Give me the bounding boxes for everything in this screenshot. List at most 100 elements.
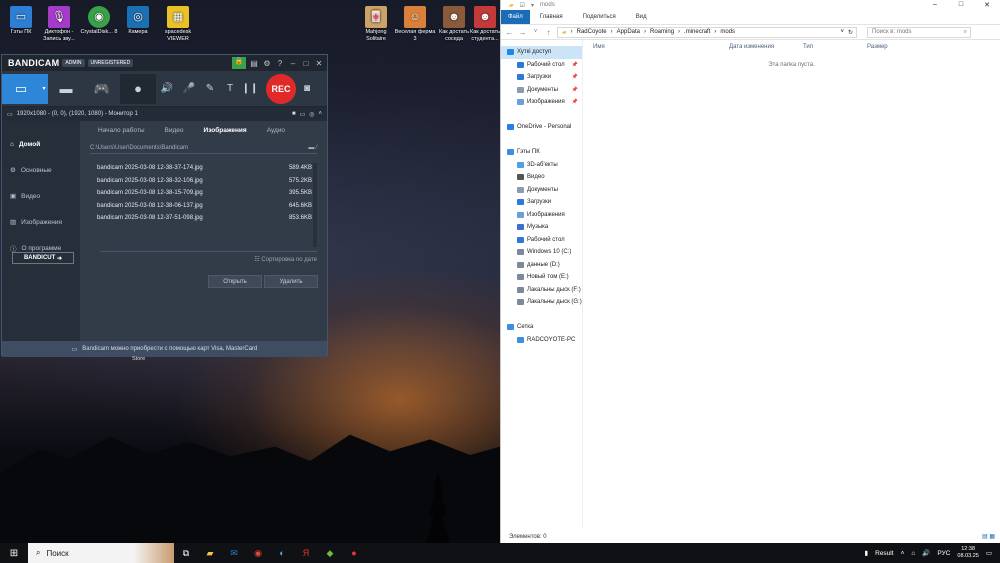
sidebar-item-video[interactable]: ▣ Видео	[2, 183, 80, 209]
screen-mode-button[interactable]: ▭	[2, 73, 40, 104]
nav-item[interactable]: Документы	[501, 184, 582, 197]
tab-audio[interactable]: Аудио	[257, 127, 295, 134]
bandicam-window[interactable]: BANDICAM ADMIN UNREGISTERED 🔒 ▤ ⚙ ? – □ …	[1, 54, 328, 357]
chevron-up-icon[interactable]: ˄	[901, 550, 905, 557]
address-bar[interactable]: ▰ › RadCoyote › AppData › Roaming › .minecr…	[557, 26, 857, 38]
file-row[interactable]: bandicam 2025-03-08 12-38-37-174.jpg 589.…	[97, 162, 312, 175]
chevron-up-icon[interactable]: ˄	[318, 111, 322, 117]
notifications-icon[interactable]: ▭	[986, 549, 992, 557]
minimize-button[interactable]: –	[288, 59, 298, 68]
nav-item[interactable]: Документы 📌	[501, 84, 582, 97]
bandicam-taskbar-icon[interactable]: ●	[342, 543, 366, 563]
sidebar-item-general[interactable]: ⚙ Основные	[2, 157, 80, 183]
pin-icon[interactable]: 📌	[572, 99, 582, 105]
broadcast-icon[interactable]: ◎	[309, 111, 314, 118]
close-button[interactable]: ✕	[974, 1, 1000, 9]
view-toggle-icons[interactable]: ▤ ▦	[982, 533, 1000, 540]
bandicam-titlebar[interactable]: BANDICAM ADMIN UNREGISTERED 🔒 ▤ ⚙ ? – □ …	[2, 55, 327, 71]
pause-button[interactable]: ❙❙	[240, 74, 260, 104]
desktop-icon-student[interactable]: ☻ Как достать студента...	[470, 6, 500, 42]
desktop-icon-farm[interactable]: ☺ Веселая ферма 3	[394, 6, 436, 42]
nav-item[interactable]: OneDrive - Personal	[501, 121, 582, 134]
quick-access-toolbar-icon[interactable]: ☑	[520, 2, 525, 9]
search-input[interactable]: Поиск в: mods ⌕	[867, 26, 971, 38]
nav-item[interactable]: Лакальны дыск (G:)	[501, 296, 582, 309]
chevron-down-icon[interactable]: ˅	[840, 29, 844, 35]
recent-dropdown-icon[interactable]: ˅	[531, 29, 540, 35]
language-indicator[interactable]: РУС	[937, 550, 950, 557]
pin-icon[interactable]: 📌	[572, 62, 582, 68]
explorer-window[interactable]: ▰ ☑ ▾ mods – □ ✕ Файл Главная Поделиться…	[500, 0, 1000, 543]
nav-item[interactable]: Гэты ПК	[501, 146, 582, 159]
nav-item[interactable]: Загрузки	[501, 196, 582, 209]
chevron-down-icon[interactable]: ▾	[531, 2, 534, 9]
desktop-icon-neighbor[interactable]: ☻ Как достать соседа	[433, 6, 475, 42]
screenshot-button[interactable]: ◙	[296, 74, 318, 104]
game-mode-button[interactable]: 🎮	[84, 74, 120, 104]
draw-button[interactable]: ✎	[200, 74, 220, 104]
desktop-icon-dictaphone[interactable]: 🎙 Диктофон - Запись зву...	[38, 6, 80, 42]
column-date[interactable]: Дата изменения	[719, 44, 793, 50]
up-arrow-icon[interactable]: ↑	[544, 28, 553, 37]
back-arrow-icon[interactable]: ←	[505, 28, 514, 37]
taskbar-search[interactable]: ⌕ Поиск	[28, 543, 174, 563]
edge-taskbar-icon[interactable]: ◐	[270, 543, 294, 563]
nav-item[interactable]: Сетка	[501, 321, 582, 334]
file-view[interactable]: Имя Дата изменения Тип Размер Эта папка …	[583, 40, 1000, 528]
nav-item[interactable]: Хуткі доступ	[501, 46, 582, 59]
minecraft-taskbar-icon[interactable]: ◆	[318, 543, 342, 563]
tab-file[interactable]: Файл	[501, 10, 530, 24]
nav-item[interactable]: Музыка	[501, 221, 582, 234]
desktop-icon-mahjong[interactable]: 🀄 Mahjong Solitaire	[355, 6, 397, 42]
start-button[interactable]: ⊞	[0, 548, 28, 559]
nav-item[interactable]: Новый том (E:)	[501, 271, 582, 284]
forward-arrow-icon[interactable]: →	[518, 28, 527, 37]
desktop-icon-camera[interactable]: ◎ Камера	[117, 6, 159, 36]
file-row[interactable]: bandicam 2025-03-08 12-38-15-709.jpg 395.…	[97, 187, 312, 200]
file-row[interactable]: bandicam 2025-03-08 12-38-32-106.jpg 575.…	[97, 175, 312, 188]
nav-item[interactable]: Windows 10 (C:)	[501, 246, 582, 259]
refresh-icon[interactable]: ↻	[848, 29, 856, 36]
breadcrumb-item[interactable]: RadCoyote	[577, 29, 607, 35]
volume-icon[interactable]: 🔊	[922, 549, 930, 557]
file-row[interactable]: bandicam 2025-03-08 12-37-51-098.jpg 853.…	[97, 212, 312, 225]
delete-button[interactable]: Удалить	[264, 275, 318, 288]
speaker-button[interactable]: 🔊	[156, 74, 178, 104]
nav-item[interactable]: Видео	[501, 171, 582, 184]
nav-item[interactable]: Рабочий стол	[501, 234, 582, 247]
game-mode-hdmi-button[interactable]: ▬	[48, 74, 84, 104]
rec-button[interactable]: REC	[266, 73, 296, 104]
webcam-button[interactable]: ●	[120, 73, 156, 104]
gear-icon[interactable]: ⚙	[262, 59, 272, 68]
tab-video[interactable]: Видео	[155, 127, 194, 134]
file-explorer-taskbar-icon[interactable]: ▰	[198, 543, 222, 563]
minimize-button[interactable]: –	[922, 1, 948, 9]
tab-getting-started[interactable]: Начало работы	[88, 127, 155, 134]
screen-icon[interactable]: ▭	[300, 111, 306, 118]
column-type[interactable]: Тип	[793, 44, 857, 50]
lock-icon[interactable]: 🔒	[232, 57, 246, 69]
breadcrumb-item[interactable]: mods	[720, 29, 735, 35]
target-bar[interactable]: ▭ 1920x1080 - (0, 0), (1920, 1080) - Мон…	[2, 107, 327, 121]
nav-item[interactable]: данные (D:)	[501, 259, 582, 272]
column-name[interactable]: Имя	[583, 44, 719, 50]
clock[interactable]: 12:38 08.03.25	[957, 546, 978, 560]
tab-view[interactable]: Вид	[626, 10, 657, 24]
desktop-icon-spacedesk[interactable]: ▦ spacedesk VIEWER	[157, 6, 199, 42]
tab-home[interactable]: Главная	[530, 10, 573, 24]
bandicut-button[interactable]: BANDICUT ➜	[12, 252, 74, 264]
desktop-icon-this-pc[interactable]: ▭ Гэты ПК	[0, 6, 42, 36]
sidebar-item-home[interactable]: ⌂ Домой	[2, 131, 80, 157]
nav-item[interactable]: Изображения 📌	[501, 96, 582, 109]
breadcrumb-item[interactable]: .minecraft	[684, 29, 710, 35]
tab-images[interactable]: Изображения	[194, 127, 257, 134]
record-icon[interactable]: ■	[292, 111, 296, 117]
yandex-taskbar-icon[interactable]: Я	[294, 543, 318, 563]
file-list-scrollbar[interactable]	[313, 163, 317, 247]
nav-item[interactable]: Изображения	[501, 209, 582, 222]
tab-share[interactable]: Поделиться	[573, 10, 626, 24]
output-path[interactable]: C:\Users\User\Documents\Bandicam ▬ ⁄	[90, 142, 317, 154]
sort-by-date[interactable]: ☷ Сортировка по дате	[100, 251, 317, 263]
result-label[interactable]: Result	[875, 550, 893, 557]
pin-icon[interactable]: 📌	[572, 74, 582, 80]
